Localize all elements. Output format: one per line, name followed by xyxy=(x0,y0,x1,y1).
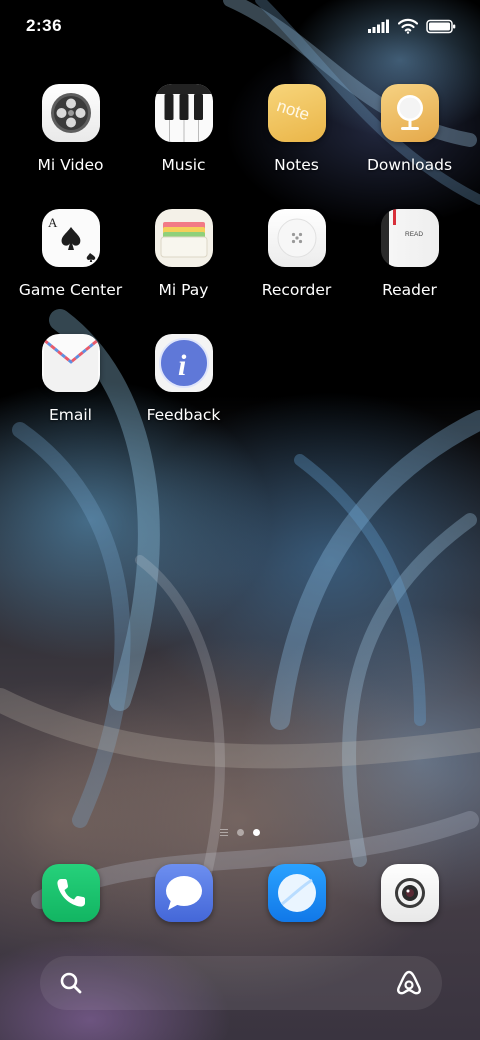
app-label: Email xyxy=(48,406,92,424)
dock xyxy=(14,864,466,922)
app-downloads[interactable]: Downloads xyxy=(353,84,466,193)
status-icons xyxy=(368,18,456,34)
music-icon[interactable] xyxy=(154,84,213,142)
app-label: Recorder xyxy=(261,281,332,299)
search-bar[interactable] xyxy=(40,956,442,1010)
clock: 2:36 xyxy=(26,16,63,35)
wifi-icon xyxy=(398,18,418,34)
app-mi-pay[interactable]: Mi Pay xyxy=(127,209,240,318)
app-label: Mi Video xyxy=(37,156,104,174)
app-email[interactable]: Email xyxy=(14,334,127,443)
signal-icon xyxy=(368,19,389,33)
dock-phone[interactable] xyxy=(14,864,127,922)
app-label: Downloads xyxy=(366,156,453,174)
dock-messages[interactable] xyxy=(127,864,240,922)
minus-one-screen-indicator[interactable] xyxy=(220,829,228,836)
app-notes[interactable]: note Notes xyxy=(240,84,353,193)
app-label: Feedback xyxy=(146,406,221,424)
app-label: Notes xyxy=(274,156,319,174)
notes-icon[interactable]: note xyxy=(267,84,326,142)
feedback-icon[interactable]: i xyxy=(154,334,213,392)
browser-icon[interactable] xyxy=(267,864,326,922)
app-music[interactable]: Music xyxy=(127,84,240,193)
dock-camera[interactable] xyxy=(353,864,466,922)
reader-icon[interactable]: READ xyxy=(380,209,439,267)
page-dot-active[interactable] xyxy=(253,829,260,836)
messages-icon[interactable] xyxy=(154,864,213,922)
app-grid: Mi Video Music note Notes Downloads A Ga… xyxy=(14,84,466,443)
app-label: Game Center xyxy=(18,281,123,299)
app-recorder[interactable]: Recorder xyxy=(240,209,353,318)
page-dot[interactable] xyxy=(237,829,244,836)
game-card-letter: A xyxy=(48,215,58,230)
app-mi-video[interactable]: Mi Video xyxy=(14,84,127,193)
page-indicator[interactable] xyxy=(0,829,480,836)
mi-pay-icon[interactable] xyxy=(154,209,213,267)
phone-icon[interactable] xyxy=(41,864,100,922)
app-game-center[interactable]: A Game Center xyxy=(14,209,127,318)
feedback-icon-text: i xyxy=(178,349,187,382)
reader-icon-text: READ xyxy=(405,231,423,238)
battery-icon xyxy=(426,19,456,33)
app-label: Reader xyxy=(382,281,437,299)
recorder-icon[interactable] xyxy=(267,209,326,267)
app-feedback[interactable]: i Feedback xyxy=(127,334,240,443)
assistant-icon[interactable] xyxy=(394,969,424,997)
camera-icon[interactable] xyxy=(380,864,439,922)
app-reader[interactable]: READ Reader xyxy=(353,209,466,318)
notes-icon-text: note xyxy=(274,96,311,124)
mi-video-icon[interactable] xyxy=(41,84,100,142)
app-label: Mi Pay xyxy=(158,281,209,299)
search-icon[interactable] xyxy=(58,970,84,996)
status-bar: 2:36 xyxy=(0,0,480,52)
downloads-icon[interactable] xyxy=(380,84,439,142)
app-label: Music xyxy=(161,156,206,174)
email-icon[interactable] xyxy=(41,334,100,392)
dock-browser[interactable] xyxy=(240,864,353,922)
game-center-icon[interactable]: A xyxy=(41,209,100,267)
